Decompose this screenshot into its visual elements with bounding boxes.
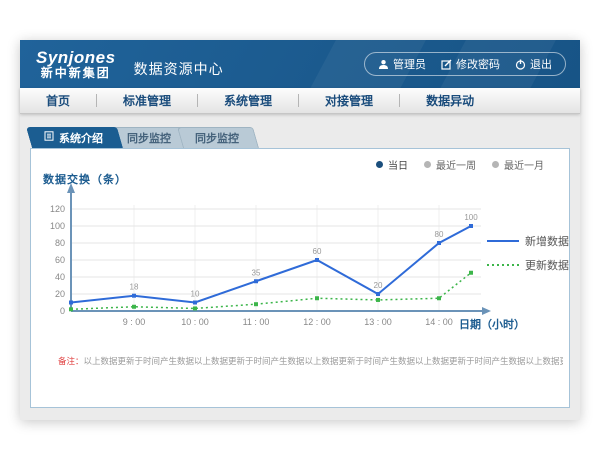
tab-label: 同步监控 xyxy=(195,130,239,146)
svg-text:20: 20 xyxy=(55,289,65,299)
svg-text:100: 100 xyxy=(50,221,65,231)
company-logo: Synjones 新中新集团 xyxy=(36,49,116,79)
power-icon xyxy=(515,59,526,70)
svg-text:10: 10 xyxy=(191,290,200,299)
radio-dot xyxy=(492,161,499,168)
edit-icon xyxy=(441,59,452,70)
svg-text:18: 18 xyxy=(130,283,139,292)
svg-text:9 : 00: 9 : 00 xyxy=(123,317,146,327)
svg-text:35: 35 xyxy=(252,268,261,277)
logo-cn: 新中新集团 xyxy=(36,67,116,80)
svg-text:13 : 00: 13 : 00 xyxy=(364,317,392,327)
nav-item-home[interactable]: 首页 xyxy=(20,92,96,109)
svg-text:20: 20 xyxy=(374,281,383,290)
tab-sync-monitor-2[interactable]: 同步监控 xyxy=(183,127,259,148)
svg-text:60: 60 xyxy=(55,255,65,265)
document-icon xyxy=(44,131,54,144)
svg-text:120: 120 xyxy=(50,204,65,214)
logout-button[interactable]: 退出 xyxy=(515,56,552,72)
tab-label: 同步监控 xyxy=(127,130,171,146)
nav-item-standard-mgmt[interactable]: 标准管理 xyxy=(97,92,197,109)
tab-bar: 系统介绍 同步监控 同步监控 xyxy=(32,127,570,148)
svg-text:100: 100 xyxy=(464,213,478,222)
user-icon xyxy=(378,59,389,70)
page-title: 数据资源中心 xyxy=(134,59,224,79)
radio-label: 当日 xyxy=(388,157,408,172)
footnote-text: 以上数据更新于时间产生数据以上数据更新于时间产生数据以上数据更新于时间产生数据以… xyxy=(84,356,563,366)
svg-text:0: 0 xyxy=(60,306,65,316)
user-menu: 管理员 修改密码 退出 xyxy=(364,52,566,76)
app-window: Synjones 新中新集团 数据资源中心 管理员 修改密码 退出 xyxy=(20,40,580,420)
tab-sync-monitor-1[interactable]: 同步监控 xyxy=(115,127,191,148)
change-password-label: 修改密码 xyxy=(456,56,500,72)
radio-dot xyxy=(376,161,383,168)
footnote: 备注：以上数据更新于时间产生数据以上数据更新于时间产生数据以上数据更新于时间产生… xyxy=(58,355,563,367)
tab-label: 系统介绍 xyxy=(59,130,103,146)
radio-last-week[interactable]: 最近一周 xyxy=(424,157,476,172)
nav-item-system-mgmt[interactable]: 系统管理 xyxy=(198,92,298,109)
svg-text:80: 80 xyxy=(55,238,65,248)
svg-text:80: 80 xyxy=(435,230,444,239)
svg-text:14 : 00: 14 : 00 xyxy=(425,317,453,327)
admin-user-label: 管理员 xyxy=(393,56,426,72)
change-password-button[interactable]: 修改密码 xyxy=(441,56,500,72)
radio-label: 最近一月 xyxy=(504,157,544,172)
footnote-prefix: 备注： xyxy=(58,356,84,366)
radio-today[interactable]: 当日 xyxy=(376,157,408,172)
svg-text:新增数据: 新增数据 xyxy=(525,234,569,248)
logout-label: 退出 xyxy=(530,56,552,72)
time-range-filter: 当日 最近一周 最近一月 xyxy=(376,157,544,172)
chart-panel: 当日 最近一周 最近一月 数据交换（条） 0204060801001209 : … xyxy=(30,148,570,408)
tab-system-intro[interactable]: 系统介绍 xyxy=(32,127,123,148)
radio-label: 最近一周 xyxy=(436,157,476,172)
logo-en: Synjones xyxy=(36,49,116,67)
svg-text:60: 60 xyxy=(313,247,322,256)
svg-text:40: 40 xyxy=(55,272,65,282)
main-nav: 首页 标准管理 系统管理 对接管理 数据异动 xyxy=(20,88,580,114)
nav-item-connect-mgmt[interactable]: 对接管理 xyxy=(299,92,399,109)
svg-text:日期（小时）: 日期（小时） xyxy=(459,317,525,331)
line-chart: 0 20 40 60 80 100 120 9 : 00 10 : 00 11 : 00 12 : … xyxy=(31,179,569,343)
nav-item-data-change[interactable]: 数据异动 xyxy=(400,92,500,109)
svg-text:12 : 00: 12 : 00 xyxy=(303,317,331,327)
svg-text:10 : 00: 10 : 00 xyxy=(181,317,209,327)
admin-user-button[interactable]: 管理员 xyxy=(378,56,426,72)
radio-dot xyxy=(424,161,431,168)
radio-last-month[interactable]: 最近一月 xyxy=(492,157,544,172)
svg-text:11 : 00: 11 : 00 xyxy=(243,317,270,327)
app-header: Synjones 新中新集团 数据资源中心 管理员 修改密码 退出 xyxy=(20,40,580,88)
svg-text:更新数据: 更新数据 xyxy=(525,258,569,272)
content-area: 系统介绍 同步监控 同步监控 当日 最近一周 xyxy=(20,114,580,420)
